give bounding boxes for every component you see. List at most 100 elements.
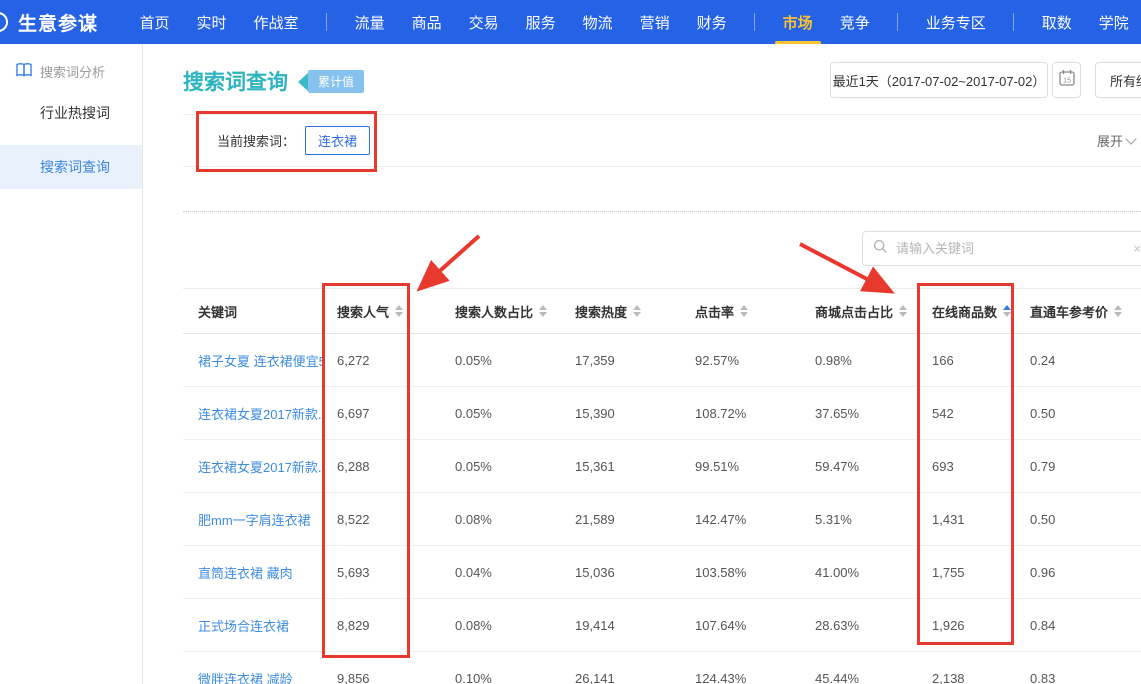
nav-item[interactable]: 交易	[469, 12, 499, 33]
sort-icon[interactable]	[740, 305, 748, 317]
app-window: 生意参谋 首页 实时 作战室 流量 商品 交易 服务 物流 营销 财务 市场 竞争 业务专区 取数 学院 搜…	[0, 0, 1141, 684]
keyword-link[interactable]: 直筒连衣裙 藏肉	[183, 563, 322, 582]
badge-arrow-icon	[298, 73, 308, 91]
nav-item[interactable]: 流量	[355, 12, 385, 33]
table-cell: 28.63%	[800, 618, 917, 633]
nav-item[interactable]: 竞争	[840, 12, 870, 33]
nav-item[interactable]: 物流	[583, 12, 613, 33]
table-cell: 21,589	[560, 512, 680, 527]
table-cell: 59.47%	[800, 459, 917, 474]
badge-label: 累计值	[308, 70, 364, 93]
column-header[interactable]: 直通车参考价	[1015, 302, 1141, 321]
keyword-search-input[interactable]	[896, 241, 1133, 256]
table-cell: 0.05%	[440, 353, 560, 368]
nav-item[interactable]: 取数	[1042, 12, 1072, 33]
column-header-label: 直通车参考价	[1030, 302, 1108, 321]
column-header[interactable]: 商城点击占比	[800, 302, 917, 321]
cumulative-badge: 累计值	[298, 70, 364, 93]
table-cell: 1,755	[917, 565, 1015, 580]
terminal-selector[interactable]: 所有终端	[1095, 62, 1141, 98]
nav-item[interactable]: 服务	[526, 12, 556, 33]
table-cell: 542	[917, 406, 1015, 421]
nav-item[interactable]: 首页	[140, 12, 170, 33]
brand-logo-icon	[0, 12, 8, 32]
table-header-row: 关键词 搜索人气 搜索人数占比搜索热度点击率 商城点击占比在线商品数直通车参考价	[183, 288, 1141, 334]
keyword-link[interactable]: 连衣裙女夏2017新款...	[183, 404, 322, 423]
table-row: 连衣裙女夏2017新款...6,2880.05%15,36199.51%59.4…	[183, 440, 1141, 493]
table-row: 肥mm一字肩连衣裙8,5220.08%21,589142.47%5.31%1,4…	[183, 493, 1141, 546]
nav-item[interactable]: 作战室	[254, 12, 299, 33]
nav-divider	[326, 13, 327, 31]
nav-item[interactable]: 学院	[1099, 12, 1129, 33]
table-cell: 15,390	[560, 406, 680, 421]
nav-item[interactable]: 财务	[697, 12, 727, 33]
keyword-link[interactable]: 肥mm一字肩连衣裙	[183, 510, 322, 529]
keyword-link[interactable]: 裙子女夏 连衣裙便宜5...	[183, 351, 322, 370]
current-keyword-tag[interactable]: 连衣裙	[305, 126, 370, 155]
nav-item[interactable]: 市场	[783, 12, 813, 33]
table-row: 正式场合连衣裙8,8290.08%19,414107.64%28.63%1,92…	[183, 599, 1141, 652]
column-header[interactable]: 点击率	[680, 302, 800, 321]
nav-items: 首页 实时 作战室 流量 商品 交易 服务 物流 营销 财务 市场 竞争 业务专区 取数 学院	[126, 12, 1141, 33]
table-cell: 0.84	[1015, 618, 1141, 633]
sidebar-item[interactable]: 行业热搜词	[0, 91, 142, 135]
table-cell: 108.72%	[680, 406, 800, 421]
table-row: 连衣裙女夏2017新款...6,6970.05%15,390108.72%37.…	[183, 387, 1141, 440]
table-cell: 0.50	[1015, 406, 1141, 421]
current-search-label: 当前搜索词：	[217, 131, 295, 150]
column-header[interactable]: 搜索人数占比	[440, 302, 560, 321]
keyword-link[interactable]: 微胖连衣裙 减龄	[183, 669, 322, 684]
sort-icon[interactable]	[395, 305, 403, 317]
nav-item[interactable]: 商品	[412, 12, 442, 33]
nav-item[interactable]: 业务专区	[926, 12, 986, 33]
table-cell: 0.79	[1015, 459, 1141, 474]
sort-icon[interactable]	[633, 305, 641, 317]
sidebar-item[interactable]: 搜索词查询	[0, 145, 142, 189]
table-cell: 19,414	[560, 618, 680, 633]
table-cell: 0.98%	[800, 353, 917, 368]
table-cell: 41.00%	[800, 565, 917, 580]
column-header-label: 搜索人气	[337, 302, 389, 321]
keyword-link[interactable]: 连衣裙女夏2017新款...	[183, 457, 322, 476]
brand-logo[interactable]: 生意参谋	[0, 9, 98, 36]
keyword-link[interactable]: 正式场合连衣裙	[183, 616, 322, 635]
main-content: 搜索词查询 累计值 最近1天（2017-07-02~2017-07-02） 15…	[143, 44, 1141, 684]
keyword-search-box[interactable]: ×	[862, 231, 1141, 266]
nav-item[interactable]: 营销	[640, 12, 670, 33]
chevron-down-icon	[1125, 133, 1136, 144]
brand-logo-text: 生意参谋	[18, 9, 98, 36]
table-cell: 15,361	[560, 459, 680, 474]
column-header-label: 关键词	[198, 302, 237, 321]
date-range-selector[interactable]: 最近1天（2017-07-02~2017-07-02）	[830, 62, 1048, 98]
sort-icon[interactable]	[899, 305, 907, 317]
table-cell: 0.83	[1015, 671, 1141, 684]
calendar-button[interactable]: 15	[1052, 62, 1081, 98]
sidebar-menu: 行业热搜词搜索词查询	[0, 91, 142, 189]
table-cell: 17,359	[560, 353, 680, 368]
table-cell: 15,036	[560, 565, 680, 580]
clear-x-icon[interactable]: ×	[1133, 241, 1141, 256]
table-cell: 142.47%	[680, 512, 800, 527]
nav-divider	[897, 13, 898, 31]
table-cell: 107.64%	[680, 618, 800, 633]
sort-icon[interactable]	[1114, 305, 1122, 317]
column-header-label: 点击率	[695, 302, 734, 321]
column-header[interactable]: 搜索人气	[322, 302, 440, 321]
table-cell: 0.08%	[440, 618, 560, 633]
table-cell: 99.51%	[680, 459, 800, 474]
dotted-divider	[183, 211, 1141, 212]
current-search-panel: 当前搜索词： 连衣裙 展开	[183, 114, 1141, 167]
table-cell: 103.58%	[680, 565, 800, 580]
column-header[interactable]: 搜索热度	[560, 302, 680, 321]
expand-toggle[interactable]: 展开	[1097, 131, 1135, 150]
search-terms-table: 关键词 搜索人气 搜索人数占比搜索热度点击率 商城点击占比在线商品数直通车参考价 裙子…	[183, 288, 1141, 684]
sort-icon[interactable]	[539, 305, 547, 317]
table-cell: 2,138	[917, 671, 1015, 684]
sort-icon[interactable]	[1003, 305, 1011, 317]
expand-label: 展开	[1097, 131, 1123, 150]
column-header[interactable]: 在线商品数	[917, 302, 1015, 321]
table-cell: 5.31%	[800, 512, 917, 527]
page-title: 搜索词查询	[183, 66, 288, 96]
nav-item[interactable]: 实时	[197, 12, 227, 33]
book-icon	[16, 63, 32, 80]
